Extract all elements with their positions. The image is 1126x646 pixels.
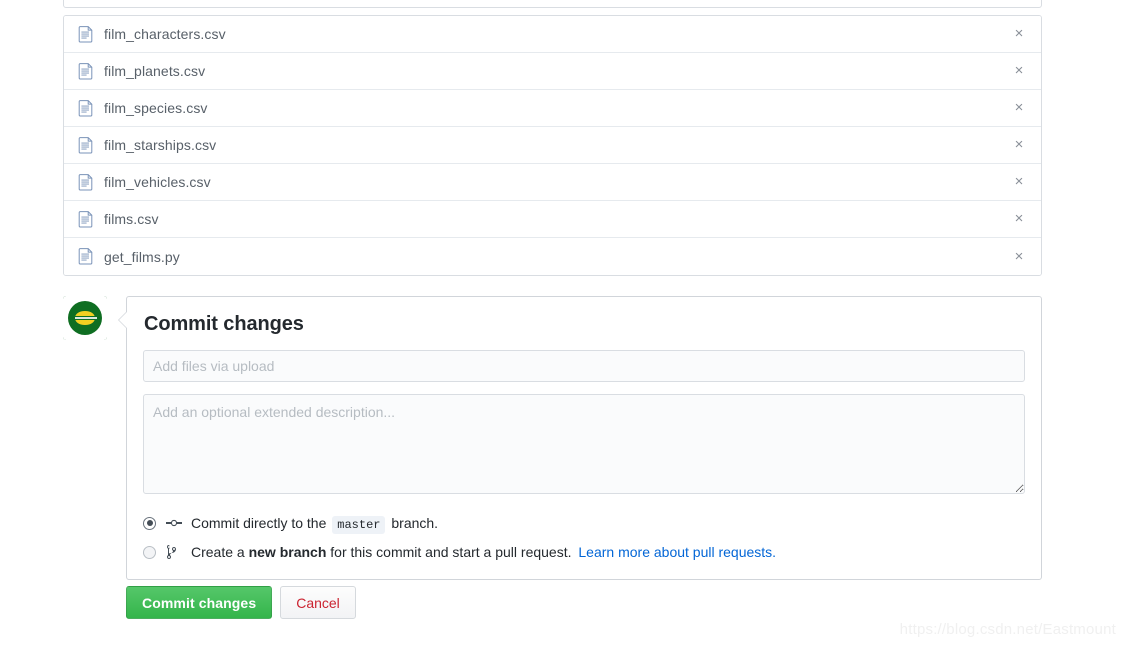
- remove-file-button[interactable]: ×: [1009, 24, 1029, 44]
- commit-target-options: Commit directly to the master branch. Cr…: [143, 510, 1025, 565]
- file-row: film_vehicles.csv ×: [64, 164, 1041, 201]
- file-document-icon: [78, 248, 93, 265]
- file-document-icon: [78, 173, 93, 190]
- remove-file-button[interactable]: ×: [1009, 135, 1029, 155]
- uploaded-file-list: film_characters.csv × film_planets.csv × fil…: [63, 15, 1042, 276]
- remove-file-button[interactable]: ×: [1009, 247, 1029, 267]
- avatar: [63, 296, 107, 340]
- option-commit-directly-label: Commit directly to the master branch.: [191, 514, 439, 534]
- commit-summary-input[interactable]: [143, 350, 1025, 382]
- file-document-icon: [78, 99, 93, 116]
- github-upload-page: film_characters.csv × film_planets.csv × fil…: [0, 0, 1126, 646]
- form-actions: Commit changes Cancel: [126, 586, 356, 619]
- file-name: film_characters.csv: [104, 26, 226, 42]
- file-name: film_starships.csv: [104, 137, 217, 153]
- remove-file-button[interactable]: ×: [1009, 172, 1029, 192]
- bubble-arrow-fill: [119, 311, 128, 329]
- branch-name-badge: master: [332, 515, 386, 534]
- commit-description-textarea[interactable]: [143, 394, 1025, 494]
- file-row: film_species.csv ×: [64, 90, 1041, 127]
- option-commit-directly[interactable]: Commit directly to the master branch.: [143, 510, 1025, 536]
- file-document-icon: [78, 210, 93, 227]
- file-document-icon: [78, 62, 93, 79]
- new-branch-text-before: Create a: [191, 544, 245, 560]
- file-row: film_starships.csv ×: [64, 127, 1041, 164]
- remove-file-button[interactable]: ×: [1009, 98, 1029, 118]
- commit-changes-button[interactable]: Commit changes: [126, 586, 273, 619]
- commit-changes-panel: Commit changes Commit directly to the ma…: [118, 296, 1042, 580]
- remove-file-button[interactable]: ×: [1009, 61, 1029, 81]
- file-name: film_vehicles.csv: [104, 174, 211, 190]
- page-title: Commit changes: [144, 313, 304, 335]
- file-name: film_species.csv: [104, 100, 208, 116]
- new-branch-bold-text: new branch: [248, 544, 327, 560]
- git-branch-icon: [167, 545, 177, 559]
- file-row: film_planets.csv ×: [64, 53, 1041, 90]
- remove-file-button[interactable]: ×: [1009, 209, 1029, 229]
- file-row: films.csv ×: [64, 201, 1041, 238]
- user-avatar-logo-icon: [63, 296, 107, 340]
- file-name: films.csv: [104, 211, 159, 227]
- file-dropzone-stub[interactable]: [63, 0, 1042, 8]
- cancel-button[interactable]: Cancel: [280, 586, 356, 619]
- learn-more-pull-requests-link[interactable]: Learn more about pull requests.: [578, 544, 776, 560]
- watermark: https://blog.csdn.net/Eastmount: [899, 621, 1116, 638]
- file-row: film_characters.csv ×: [64, 16, 1041, 53]
- radio-create-new-branch[interactable]: [143, 545, 156, 559]
- commit-directly-text-after: branch.: [391, 514, 439, 531]
- file-name: get_films.py: [104, 248, 180, 265]
- new-branch-text-after: for this commit and start a pull request…: [330, 544, 572, 560]
- git-commit-icon: [166, 519, 182, 527]
- radio-commit-directly[interactable]: [143, 516, 156, 530]
- commit-directly-text-before: Commit directly to the: [191, 514, 327, 531]
- file-document-icon: [78, 136, 93, 153]
- file-name: film_planets.csv: [104, 63, 206, 79]
- option-create-new-branch[interactable]: Create a new branch for this commit and …: [143, 539, 1025, 565]
- file-document-icon: [78, 25, 93, 42]
- file-row: get_films.py ×: [64, 238, 1041, 275]
- option-create-new-branch-label: Create a new branch for this commit and …: [191, 544, 776, 560]
